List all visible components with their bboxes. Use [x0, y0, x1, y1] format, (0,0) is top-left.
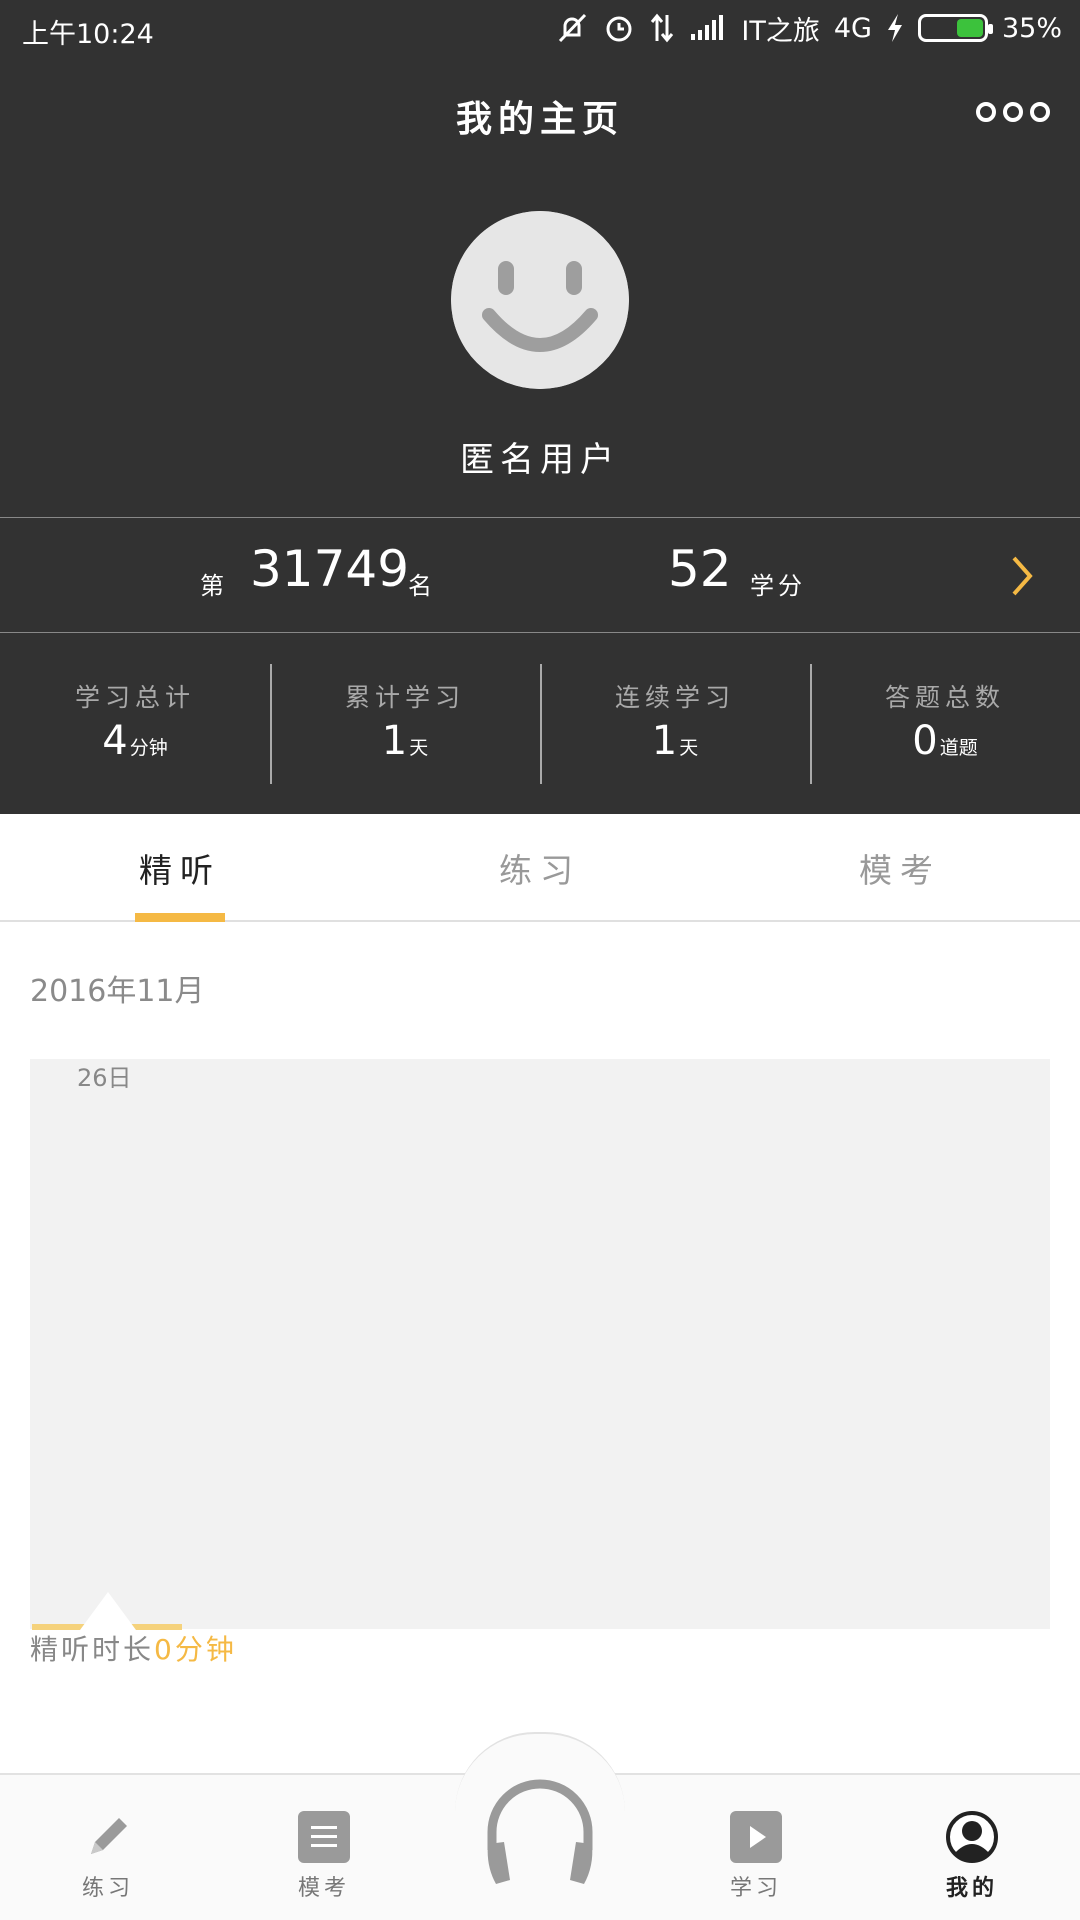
credits-suffix: 学分: [750, 572, 806, 600]
stat-unit: 分钟: [129, 737, 168, 759]
listening-duration-caption: 精听时长0分钟: [30, 1628, 237, 1668]
day-label: 26日: [77, 1064, 132, 1092]
credits-number: 52: [668, 540, 732, 598]
username: 匿名用户: [460, 440, 620, 480]
stat-unit: 道题: [939, 737, 978, 759]
nav-study[interactable]: 学习: [696, 1810, 816, 1902]
tab-active-indicator: [135, 913, 225, 922]
tab-mock-exam[interactable]: 模考: [800, 844, 1000, 892]
user-icon: [946, 1811, 998, 1863]
nav-mine[interactable]: 我的: [912, 1810, 1032, 1902]
rank-prefix: 第: [200, 572, 224, 600]
carrier-label: IT之旅: [741, 15, 820, 47]
status-bar: 上午10:24 IT之旅 4G 35%: [0, 0, 1080, 56]
stat-value: 4: [102, 718, 128, 764]
stat-value: 0: [912, 718, 938, 764]
nav-mock-exam[interactable]: 模考: [264, 1810, 384, 1902]
stat-unit: 天: [679, 737, 699, 759]
tab-bar: 精听 练习 模考: [0, 814, 1080, 922]
title-bar: 我的主页: [0, 82, 1080, 142]
stat-label: 累计学习: [344, 683, 465, 712]
rank-suffix: 名: [408, 572, 432, 600]
stat-answers-total: 答题总数 0 道题: [810, 634, 1080, 814]
stat-cumulative-days: 累计学习 1天: [270, 634, 540, 814]
caption-label: 精听时长: [30, 1633, 155, 1666]
page-title: 我的主页: [455, 99, 624, 140]
rank-number: 31749: [250, 540, 410, 598]
battery-percent: 35%: [1001, 12, 1062, 44]
data-transfer-icon: [651, 13, 674, 43]
nav-label: 学习: [729, 1876, 782, 1901]
list-icon: [298, 1811, 350, 1863]
stat-value: 1: [651, 718, 678, 764]
nav-label: 模考: [297, 1876, 350, 1901]
stat-label: 答题总数: [884, 683, 1005, 712]
stat-label: 学习总计: [74, 683, 195, 712]
stat-streak-days: 连续学习 1天: [540, 634, 810, 814]
tab-intensive-listening[interactable]: 精听: [80, 844, 280, 892]
stats-row: 学习总计 4 分钟 累计学习 1天 连续学习 1天 答题总数 0 道题: [0, 634, 1080, 814]
headphones-icon[interactable]: [478, 1770, 602, 1894]
stat-label: 连续学习: [614, 683, 735, 712]
profile-header: 上午10:24 IT之旅 4G 35% 我的主页 匿名用户 第 31749 名 …: [0, 0, 1080, 814]
smiley-avatar-icon[interactable]: [451, 211, 629, 389]
nav-practice[interactable]: 练习: [48, 1810, 168, 1902]
rank-row[interactable]: 第 31749 名 52 学分: [0, 517, 1080, 633]
nav-label: 练习: [81, 1876, 134, 1901]
caption-value: 0分钟: [154, 1633, 237, 1666]
stat-total-time: 学习总计 4 分钟: [0, 634, 270, 814]
signal-icon: [691, 15, 724, 40]
network-label: 4G: [833, 12, 872, 44]
alarm-icon: [606, 16, 632, 42]
nav-label: 我的: [945, 1876, 998, 1901]
more-dots-icon[interactable]: [976, 102, 1050, 122]
charging-icon: [887, 14, 902, 42]
stat-unit: 天: [409, 737, 429, 759]
stat-value: 1: [381, 718, 408, 764]
mute-icon: [559, 13, 587, 43]
tab-practice[interactable]: 练习: [440, 844, 640, 892]
battery-icon: [917, 14, 993, 42]
play-icon: [730, 1811, 782, 1863]
selected-day-pointer: [80, 1592, 136, 1630]
status-time: 上午10:24: [22, 19, 154, 50]
pencil-icon: [91, 1818, 127, 1854]
listening-chart-area[interactable]: [30, 1059, 1050, 1629]
month-label: 2016年11月: [30, 974, 205, 1009]
chevron-right-icon[interactable]: [1002, 548, 1042, 604]
